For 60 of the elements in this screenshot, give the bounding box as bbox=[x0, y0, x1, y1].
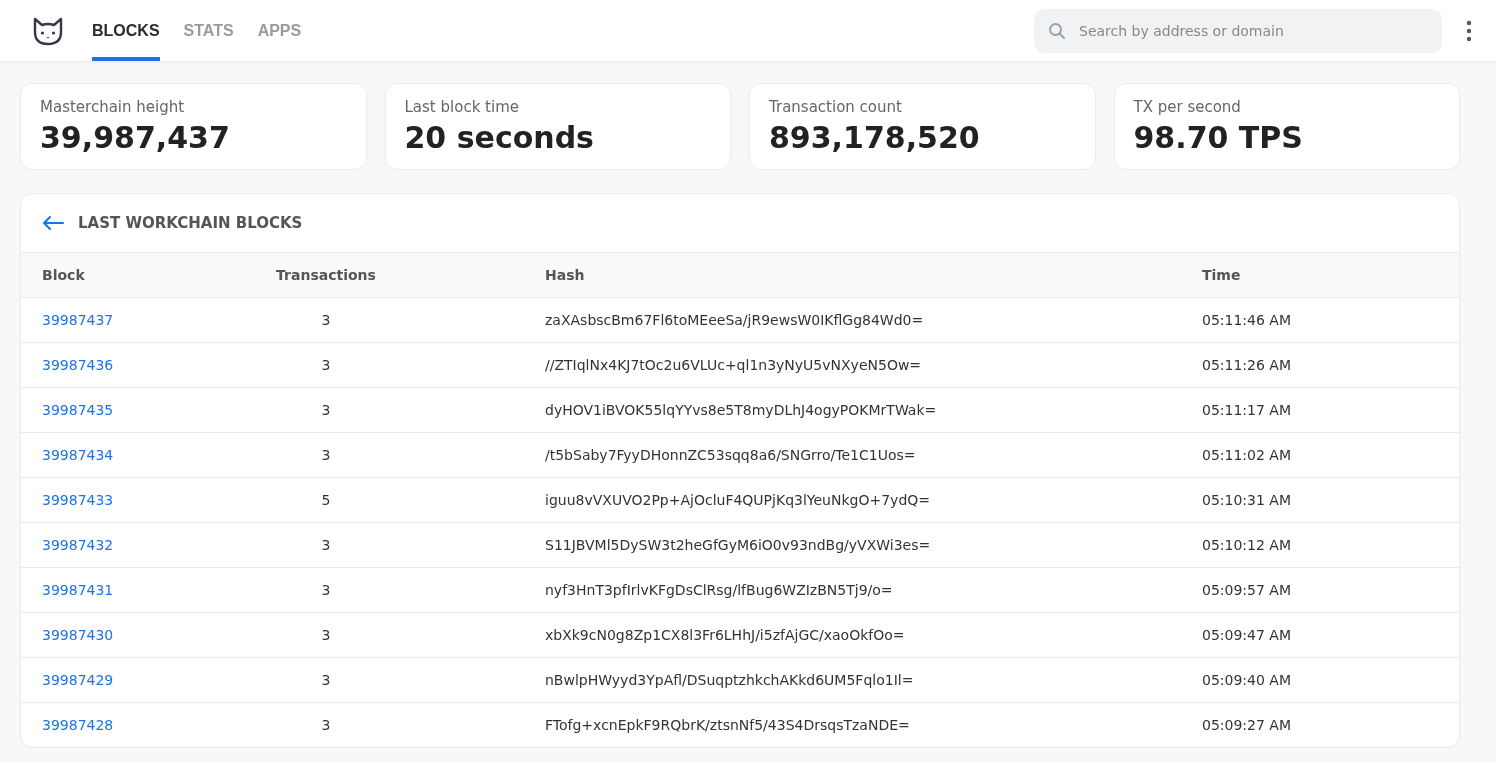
stat-label: TX per second bbox=[1133, 98, 1242, 116]
nav-tab[interactable]: BLOCKS bbox=[92, 0, 160, 61]
stat-value: 893,178,520 bbox=[769, 120, 981, 155]
table-cell-text: 3 bbox=[320, 357, 332, 373]
block-link[interactable]: 39987435 bbox=[21, 402, 251, 418]
stat-label: Transaction count bbox=[769, 98, 903, 116]
table-cell-text: zaXAsbscBm67Fl6toMEeeSa/jR9ewsW0IKflGg84Wd0= bbox=[544, 312, 925, 328]
table-cell-text: 3 bbox=[320, 717, 332, 733]
block-link[interactable]: 39987436 bbox=[21, 357, 251, 373]
more-menu-icon[interactable] bbox=[1466, 19, 1472, 42]
table-cell-text: 05:09:47 AM bbox=[1202, 627, 1292, 643]
column-header: Hash bbox=[544, 267, 586, 283]
table-cell-text: 3 bbox=[320, 402, 332, 418]
table-cell-text: 05:11:17 AM bbox=[1202, 402, 1292, 418]
block-link[interactable]: 39987431 bbox=[21, 582, 251, 598]
table-cell-text: 3 bbox=[320, 672, 332, 688]
table-cell-text: 5 bbox=[320, 492, 332, 508]
table-cell-text: xbXk9cN0g8Zp1CX8l3Fr6LHhJ/i5zfAjGC/xaoOkfOo= bbox=[544, 627, 906, 643]
table-cell-text: 3 bbox=[320, 627, 332, 643]
stat-label: Last block time bbox=[404, 98, 520, 116]
table-cell-text: nBwlpHWyyd3YpAfl/DSuqptzhkchAKkd6UM5Fqlo1Il= bbox=[544, 672, 915, 688]
table-cell-text: /t5bSaby7FyyDHonnZC53sqq8a6/SNGrro/Te1C1Uos= bbox=[544, 447, 917, 463]
column-header: Block bbox=[41, 267, 86, 283]
table-cell-text: FTofg+xcnEpkF9RQbrK/ztsnNf5/43S4DrsqsTzaNDE= bbox=[544, 717, 911, 733]
table-cell-text: 05:11:46 AM bbox=[1202, 312, 1292, 328]
table-cell-text: 05:11:26 AM bbox=[1202, 357, 1292, 373]
block-link[interactable]: 39987434 bbox=[21, 447, 251, 463]
search-field[interactable]: Search by address or domain bbox=[1034, 8, 1442, 53]
table-cell-text: nyf3HnT3pfIrlvKFgDsClRsg/lfBug6WZIzBN5Tj9/o= bbox=[544, 582, 894, 598]
table-cell-text: 05:09:40 AM bbox=[1202, 672, 1292, 688]
table-cell-text: 3 bbox=[320, 582, 332, 598]
block-link[interactable]: 39987432 bbox=[21, 537, 251, 553]
table-cell-text: 05:11:02 AM bbox=[1202, 447, 1292, 463]
stat-value: 98.70 TPS bbox=[1133, 120, 1304, 155]
stat-value: 20 seconds bbox=[404, 120, 595, 155]
table-cell-text: S11JBVMl5DySW3t2heGfGyM6iO0v93ndBg/yVXWi3es= bbox=[544, 537, 932, 553]
back-arrow-icon[interactable] bbox=[42, 215, 64, 231]
block-link[interactable]: 39987437 bbox=[21, 312, 251, 328]
block-link[interactable]: 39987430 bbox=[21, 627, 251, 643]
nav-tab[interactable]: APPS bbox=[257, 0, 302, 61]
column-header: Time bbox=[1202, 267, 1242, 283]
table-cell-text: dyHOV1iBVOK55lqYYvs8e5T8myDLhJ4ogyPOKMrTWak= bbox=[544, 402, 938, 418]
block-link[interactable]: 39987433 bbox=[21, 492, 251, 508]
table-cell-text: 05:09:57 AM bbox=[1202, 582, 1292, 598]
table-cell-text: 3 bbox=[320, 312, 332, 328]
block-link[interactable]: 39987428 bbox=[21, 717, 251, 733]
table-cell-text: iguu8vVXUVO2Pp+AjOcluF4QUPjKq3lYeuNkgO+7ydQ= bbox=[544, 492, 932, 508]
table-cell-text: 3 bbox=[320, 537, 332, 553]
table-cell-text: 05:10:12 AM bbox=[1202, 537, 1292, 553]
nav-tab[interactable]: STATS bbox=[183, 0, 234, 61]
cat-logo-icon[interactable] bbox=[32, 15, 64, 46]
block-link[interactable]: 39987429 bbox=[21, 672, 251, 688]
table-cell-text: //ZTIqlNx4KJ7tOc2u6VLUc+ql1n3yNyU5vNXyeN5Ow= bbox=[544, 357, 923, 373]
table-cell-text: 05:10:31 AM bbox=[1202, 492, 1292, 508]
column-header: Transactions bbox=[275, 267, 377, 283]
table-cell-text: 3 bbox=[320, 447, 332, 463]
table-cell-text: 05:09:27 AM bbox=[1202, 717, 1292, 733]
stat-label: Masterchain height bbox=[40, 98, 186, 116]
card-title: LAST WORKCHAIN BLOCKS bbox=[78, 214, 303, 232]
stat-value: 39,987,437 bbox=[40, 120, 231, 155]
